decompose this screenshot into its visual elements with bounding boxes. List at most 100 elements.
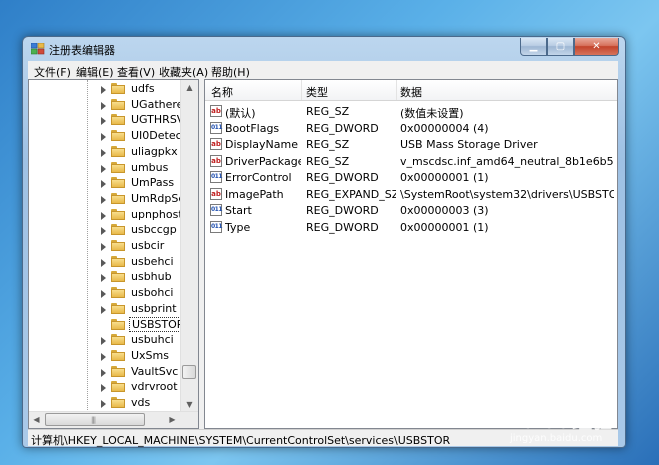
tree-item[interactable]: umbus — [29, 160, 181, 176]
binary-value-icon: 011 — [210, 204, 223, 216]
expand-arrow-icon[interactable] — [101, 164, 106, 173]
column-divider[interactable] — [301, 80, 302, 100]
menu-view[interactable]: 查看(V) — [117, 64, 155, 80]
expand-arrow-icon[interactable] — [101, 290, 106, 299]
value-data: 0x00000004 (4) — [400, 121, 489, 135]
tree-item[interactable]: UmRdpServi — [29, 191, 198, 207]
value-type: REG_DWORD — [306, 204, 379, 217]
expand-arrow-icon[interactable] — [101, 305, 106, 314]
close-button[interactable]: ✕ — [574, 38, 619, 56]
value-row[interactable]: 011 ErrorControl REG_DWORD 0x00000001 (1) — [205, 169, 617, 186]
tree-item[interactable]: UI0Detect — [29, 128, 186, 144]
value-row[interactable]: ab (默认) REG_SZ (数值未设置) — [205, 103, 617, 120]
expand-arrow-icon[interactable] — [101, 133, 106, 142]
tree-item[interactable]: usbhub — [29, 269, 181, 285]
menu-edit[interactable]: 编辑(E) — [76, 64, 114, 80]
folder-icon — [111, 349, 125, 361]
expand-arrow-icon[interactable] — [101, 384, 106, 393]
expand-arrow-icon[interactable] — [101, 274, 106, 283]
folder-icon — [111, 287, 125, 299]
binary-value-icon: 011 — [210, 220, 223, 233]
value-name: DriverPackageId — [225, 154, 301, 168]
expand-arrow-icon[interactable] — [101, 227, 106, 236]
column-header-name[interactable]: 名称 — [211, 84, 233, 100]
tree-item[interactable]: UGatherer — [29, 97, 188, 113]
value-row[interactable]: 011 Start REG_DWORD 0x00000003 (3) — [205, 202, 617, 219]
expand-arrow-icon[interactable] — [101, 117, 106, 126]
folder-icon — [111, 98, 125, 110]
menu-file[interactable]: 文件(F) — [34, 64, 71, 80]
expand-arrow-icon[interactable] — [101, 400, 106, 408]
tree-item[interactable]: udfs — [29, 81, 181, 97]
tree-item[interactable]: vdrvroot — [29, 379, 181, 395]
value-data: 0x00000001 (1) — [400, 171, 489, 184]
tree-item[interactable]: UxSms — [29, 348, 181, 364]
value-row[interactable]: ab ImagePath REG_EXPAND_SZ \SystemRoot\syst… — [205, 186, 617, 203]
watermark-url: jingyan.baidu.com — [510, 433, 603, 444]
tree-horizontal-scrollbar[interactable]: ◀ ||| ▶ — [29, 411, 198, 428]
binary-value-icon: 011 — [210, 121, 223, 134]
expand-arrow-icon[interactable] — [101, 148, 106, 157]
tree-item-label: usbcir — [131, 239, 165, 252]
expand-arrow-icon[interactable] — [101, 352, 106, 361]
folder-icon — [111, 302, 125, 314]
tree-item[interactable]: UmPass — [29, 175, 181, 191]
tree-item[interactable]: usbprint — [29, 301, 181, 317]
value-data: v_mscdsc.inf_amd64_neutral_8b1e6b55729c3… — [400, 154, 614, 168]
scroll-right-arrow[interactable]: ▶ — [165, 412, 180, 428]
value-row[interactable]: ab DisplayName REG_SZ USB Mass Storage Driv… — [205, 136, 617, 153]
folder-icon — [111, 240, 125, 251]
scroll-up-arrow[interactable]: ▲ — [181, 80, 198, 96]
values-list[interactable]: 名称 类型 数据 ab (默认) REG_SZ (数值未设置) 011 BootFlags… — [204, 79, 618, 429]
value-row[interactable]: 011 BootFlags REG_DWORD 0x00000004 (4) — [205, 120, 617, 137]
scroll-left-arrow[interactable]: ◀ — [29, 412, 44, 428]
expand-arrow-icon[interactable] — [101, 86, 106, 94]
tree-item-label: udfs — [131, 82, 155, 95]
column-header-type[interactable]: 类型 — [306, 84, 328, 100]
expand-arrow-icon[interactable] — [101, 180, 106, 189]
value-row[interactable]: 011 Type REG_DWORD 0x00000001 (1) — [205, 219, 617, 236]
expand-arrow-icon[interactable] — [101, 258, 106, 267]
tree-vertical-thumb[interactable] — [182, 365, 196, 379]
tree-horizontal-thumb[interactable]: ||| — [45, 413, 145, 426]
tree-item[interactable]: usbccgp — [29, 222, 181, 238]
tree-item-label: UmPass — [131, 176, 175, 190]
tree-item[interactable]: usbcir — [29, 238, 181, 254]
value-data: 0x00000001 (1) — [400, 220, 489, 234]
tree-item[interactable]: usbohci — [29, 285, 181, 301]
client-area: udfs UGatherer UGTHRSVC UI0Detect uliagpkx um… — [28, 79, 618, 429]
value-type: REG_DWORD — [306, 121, 379, 135]
tree-item[interactable]: usbuhci — [29, 332, 181, 348]
minimize-icon: ▁ — [529, 41, 538, 52]
menu-help[interactable]: 帮助(H) — [211, 64, 250, 80]
value-row[interactable]: abDriverPackageId REG_SZ v_mscdsc.inf_amd6… — [205, 153, 617, 170]
tree-item[interactable]: usbehci — [29, 254, 181, 270]
tree-item[interactable]: USBSTOR — [29, 316, 188, 333]
title-bar[interactable]: 注册表编辑器 ▁ ▢ ✕ — [23, 37, 625, 60]
tree-item[interactable]: UGTHRSVC — [29, 112, 192, 128]
column-header-data[interactable]: 数据 — [400, 84, 422, 100]
menu-favorites[interactable]: 收藏夹(A) — [159, 64, 208, 80]
tree-vertical-scrollbar[interactable]: ▲ ▼ — [180, 80, 198, 413]
value-type: REG_SZ — [306, 154, 350, 168]
expand-arrow-icon[interactable] — [101, 195, 106, 204]
expand-arrow-icon[interactable] — [101, 101, 106, 110]
tree-item[interactable]: vds — [29, 395, 181, 411]
value-type: REG_DWORD — [306, 220, 379, 234]
expand-arrow-icon[interactable] — [101, 243, 106, 251]
minimize-button[interactable]: ▁ — [520, 38, 547, 56]
folder-icon — [111, 161, 125, 173]
expand-arrow-icon[interactable] — [101, 211, 106, 220]
tree-item[interactable]: upnphost — [29, 207, 183, 223]
expand-arrow-icon[interactable] — [101, 368, 106, 377]
column-divider[interactable] — [396, 80, 397, 100]
tree-item[interactable]: uliagpkx — [29, 144, 181, 160]
tree-item[interactable]: VaultSvc — [29, 364, 181, 380]
maximize-button[interactable]: ▢ — [547, 38, 574, 56]
tree-item-label: vdrvroot — [131, 380, 178, 394]
expand-arrow-icon[interactable] — [101, 337, 106, 346]
value-type: REG_DWORD — [306, 171, 379, 184]
value-name: Start — [225, 204, 252, 217]
key-tree[interactable]: udfs UGatherer UGTHRSVC UI0Detect uliagpkx um… — [28, 79, 199, 429]
folder-icon — [111, 130, 125, 142]
